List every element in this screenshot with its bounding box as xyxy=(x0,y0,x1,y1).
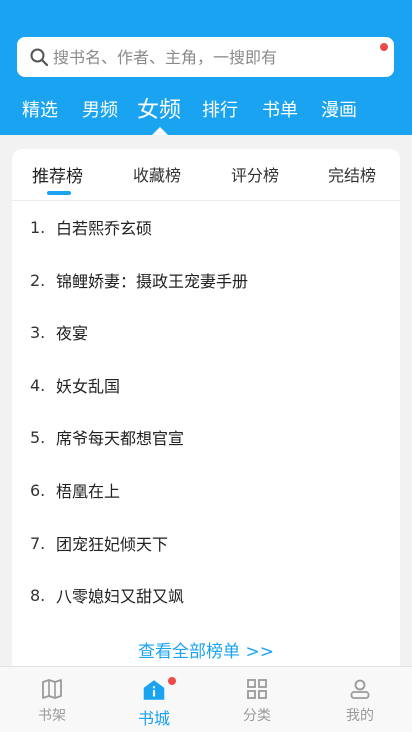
ranking-tabs: 推荐榜 收藏榜 评分榜 完结榜 xyxy=(12,149,400,201)
search-input[interactable] xyxy=(53,47,373,67)
bookshelf-icon xyxy=(42,679,62,699)
nav-bookshelf[interactable]: 书架 xyxy=(22,677,82,725)
book-title: 梧凰在上 xyxy=(56,482,121,501)
top-header: 精选 男频 女频 排行 书单 漫画 xyxy=(0,0,412,135)
search-icon xyxy=(30,48,49,67)
rank-number: 6. xyxy=(30,480,46,500)
rank-number: 3. xyxy=(30,322,46,342)
book-title: 夜宴 xyxy=(56,324,89,343)
notification-dot xyxy=(168,677,176,685)
rank-tab-completed[interactable]: 完结榜 xyxy=(328,162,376,186)
rank-number: 4. xyxy=(30,375,46,395)
active-tab-caret xyxy=(152,127,168,135)
rank-number: 8. xyxy=(30,585,46,605)
notification-dot xyxy=(380,43,388,51)
tab-booklist[interactable]: 书单 xyxy=(262,96,298,122)
list-item[interactable]: 8. 八零媳妇又甜又飒 xyxy=(30,569,390,621)
list-item[interactable]: 6. 梧凰在上 xyxy=(30,464,390,516)
rank-tab-rating[interactable]: 评分榜 xyxy=(231,162,279,186)
nav-label: 书城 xyxy=(137,709,170,728)
book-title: 八零媳妇又甜又飒 xyxy=(56,587,185,606)
nav-label: 分类 xyxy=(243,708,271,724)
list-item[interactable]: 5. 席爷每天都想官宣 xyxy=(30,411,390,463)
tab-featured[interactable]: 精选 xyxy=(22,96,58,122)
person-icon xyxy=(350,679,370,699)
category-grid-icon xyxy=(247,679,267,699)
tab-ranking[interactable]: 排行 xyxy=(202,96,238,122)
nav-bookstore[interactable]: 书城 xyxy=(124,677,184,729)
list-item[interactable]: 4. 妖女乱国 xyxy=(30,359,390,411)
rank-number: 5. xyxy=(30,427,46,447)
tab-male[interactable]: 男频 xyxy=(82,96,118,122)
nav-mine[interactable]: 我的 xyxy=(330,677,390,725)
book-title: 锦鲤娇妻：摄政王宠妻手册 xyxy=(56,272,249,291)
list-item[interactable]: 3. 夜宴 xyxy=(30,306,390,358)
rank-number: 1. xyxy=(30,217,46,237)
nav-label: 我的 xyxy=(346,708,374,724)
book-title: 妖女乱国 xyxy=(56,377,121,396)
channel-tabs: 精选 男频 女频 排行 书单 漫画 xyxy=(0,92,412,135)
book-title: 席爷每天都想官宣 xyxy=(56,429,185,448)
search-bar[interactable] xyxy=(17,37,394,77)
list-item[interactable]: 7. 团宠狂妃倾天下 xyxy=(30,517,390,569)
store-home-icon xyxy=(143,680,165,700)
list-item[interactable]: 2. 锦鲤娇妻：摄政王宠妻手册 xyxy=(30,254,390,306)
view-all-rankings-link[interactable]: 查看全部榜单 >> xyxy=(12,637,400,662)
rank-number: 7. xyxy=(30,533,46,553)
tab-comics[interactable]: 漫画 xyxy=(321,96,357,122)
rank-tab-favorites[interactable]: 收藏榜 xyxy=(133,162,181,186)
nav-category[interactable]: 分类 xyxy=(227,677,287,725)
active-rank-indicator xyxy=(47,191,71,195)
ranking-card: 推荐榜 收藏榜 评分榜 完结榜 1. 白若熙乔玄硕 2. 锦鲤娇妻：摄政王宠妻手… xyxy=(12,149,400,669)
tab-female[interactable]: 女频 xyxy=(137,92,181,124)
rank-number: 2. xyxy=(30,270,46,290)
bottom-navigation: 书架 书城 分类 我的 xyxy=(0,666,412,732)
nav-label: 书架 xyxy=(38,708,66,724)
book-title: 白若熙乔玄硕 xyxy=(56,219,153,238)
book-title: 团宠狂妃倾天下 xyxy=(56,535,169,554)
rank-tab-recommended[interactable]: 推荐榜 xyxy=(32,162,83,187)
list-item[interactable]: 1. 白若熙乔玄硕 xyxy=(30,201,390,253)
